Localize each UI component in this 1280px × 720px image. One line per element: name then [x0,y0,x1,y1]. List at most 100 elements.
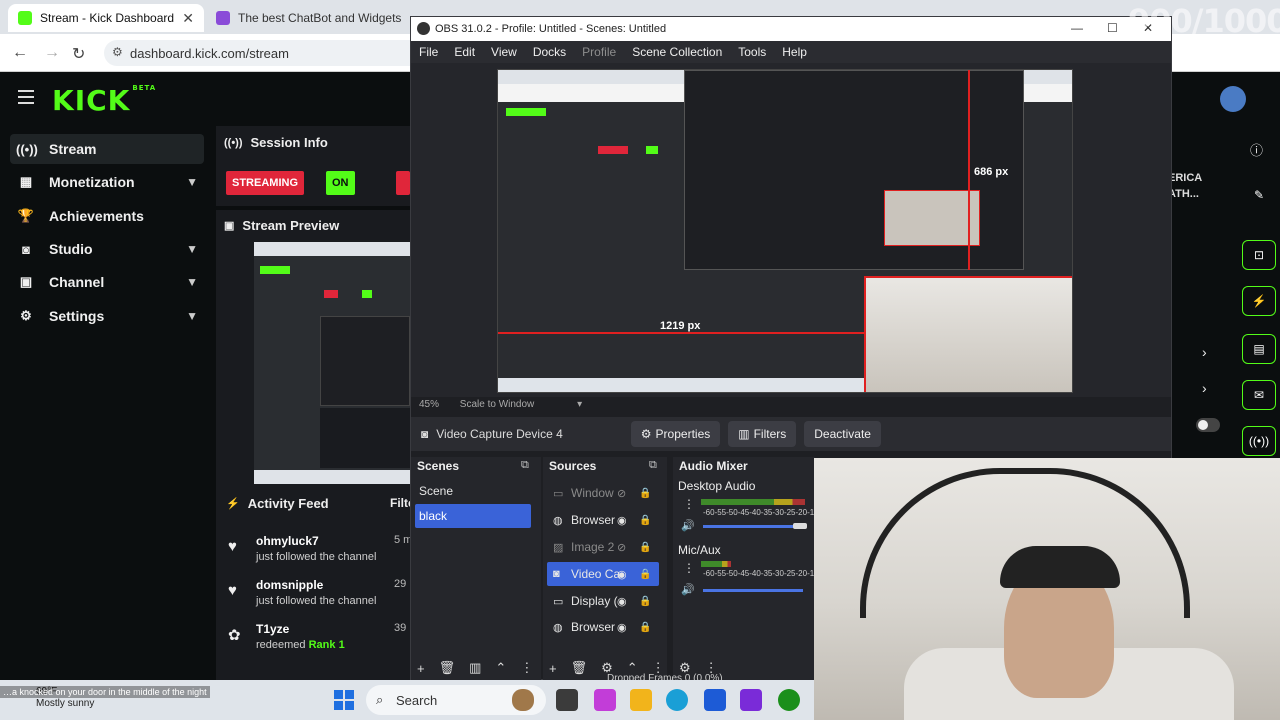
trash-icon[interactable]: 🗑 [439,660,456,676]
filter-icon[interactable]: ▥ [469,660,481,676]
more-icon[interactable]: ⋮ [683,561,695,575]
menu-tools[interactable]: Tools [738,45,766,59]
sidebar-item-achievements[interactable]: 🏆 Achievements [10,201,204,231]
scale-mode-select[interactable]: Scale to Window [460,399,534,410]
deactivate-button[interactable]: Deactivate [804,421,881,447]
more-icon[interactable]: ⋮ [683,497,695,511]
feed-user[interactable]: T1yze [256,622,289,636]
more-icon[interactable]: ⋮ [520,660,533,676]
menu-scene-collection[interactable]: Scene Collection [632,45,722,59]
kick-logo[interactable]: KICK BETA [52,84,156,117]
source-item[interactable]: ◍ Browser ◉ 🔒 [547,615,659,639]
chevron-down-icon[interactable]: ▾ [577,399,582,410]
tab-kick-dashboard[interactable]: Stream - Kick Dashboard ✕ [8,4,204,32]
obs-preview-canvas[interactable]: 686 px 1219 px [411,63,1171,397]
menu-docks[interactable]: Docks [533,45,566,59]
feed-user[interactable]: domsnipple [256,578,323,592]
scene-item[interactable]: black [415,504,531,528]
lock-icon[interactable]: 🔒 [639,569,651,580]
menu-icon[interactable] [18,90,34,108]
eye-icon[interactable]: ◉ [617,568,627,581]
stream-preview-video[interactable] [254,242,410,484]
source-item[interactable]: ◍ Browser ◉ 🔒 [547,508,659,532]
eye-hidden-icon[interactable]: ⊘ [617,487,626,500]
menu-profile[interactable]: Profile [582,45,616,59]
forward-arrow-icon[interactable]: → [44,44,60,62]
menu-view[interactable]: View [491,45,517,59]
eye-icon[interactable]: ◉ [617,621,627,634]
copilot-icon[interactable] [594,689,616,711]
sidebar-item-monetization[interactable]: ▦ Monetization ▼ [10,167,204,197]
volume-icon[interactable]: 🔊 [681,583,695,596]
activity-feed-title: ⚡ Activity Feed [226,496,329,511]
feed-user[interactable]: ohmyluck7 [256,534,319,548]
tab-chatbot[interactable]: The best ChatBot and Widgets ✕ [206,4,402,32]
eye-icon[interactable]: ◉ [617,514,627,527]
chevron-down-icon: ▼ [186,275,198,289]
maximize-icon[interactable]: ☐ [1107,21,1118,35]
store-icon[interactable] [704,689,726,711]
menu-help[interactable]: Help [782,45,807,59]
notes-icon[interactable]: ▤ [1242,334,1276,364]
lock-icon[interactable]: 🔒 [639,542,651,553]
lock-icon[interactable]: 🔒 [639,488,651,499]
info-icon[interactable]: ⓘ [1250,140,1263,159]
lightning-icon[interactable]: ⚡ [1242,286,1276,316]
menu-edit[interactable]: Edit [454,45,475,59]
widget-animal-icon[interactable] [512,689,534,711]
file-explorer-icon[interactable] [630,689,652,711]
source-item[interactable]: ▨ Image 2 ⊘ 🔒 [547,535,659,559]
sidebar-item-stream[interactable]: ((•)) Stream [10,134,204,164]
lock-icon[interactable]: 🔒 [639,622,651,633]
lock-icon[interactable]: 🔒 [639,596,651,607]
webcam-source-selection[interactable] [864,276,1072,392]
add-icon[interactable]: + [417,661,425,676]
app-icon[interactable] [740,689,762,711]
source-item[interactable]: ◙ Video Ca ◉ 🔒 [547,562,659,586]
edge-icon[interactable] [666,689,688,711]
lock-icon[interactable]: 🔒 [639,515,651,526]
back-arrow-icon[interactable]: ← [12,44,28,62]
reload-icon[interactable]: ↻ [72,44,85,64]
sidebar-item-settings[interactable]: ⚙ Settings ▼ [10,301,204,331]
close-tab-icon[interactable]: ✕ [401,10,402,27]
taskview-icon[interactable] [556,689,578,711]
audio-mixer-dock: Audio Mixer Desktop Audio ⋮ -60-55-50-45… [673,457,815,681]
obs-program-screen[interactable]: 686 px 1219 px [497,69,1073,393]
site-info-icon[interactable]: ⚙ [112,45,123,59]
avatar[interactable] [1220,86,1246,112]
desktop-audio-slider[interactable] [703,523,807,529]
eye-hidden-icon[interactable]: ⊘ [617,541,626,554]
globe-icon: ◍ [553,621,563,634]
windows-start-icon[interactable] [334,690,354,710]
xbox-icon[interactable] [778,689,800,711]
filters-button[interactable]: ▥ Filters [728,421,797,447]
chevron-up-icon[interactable]: ⌃ [495,660,506,676]
source-item[interactable]: ▭ Window ⊘ 🔒 [547,481,659,505]
trash-icon[interactable]: 🗑 [571,660,588,676]
broadcast-icon[interactable]: ((•)) [1242,426,1276,456]
source-item[interactable]: ▭ Display (◉ 🔒 [547,589,659,613]
minimize-icon[interactable]: — [1071,21,1083,35]
sidebar-item-studio[interactable]: ◙ Studio ▼ [10,234,204,264]
chevron-right-icon[interactable]: › [1202,344,1207,360]
volume-icon[interactable]: 🔊 [681,519,695,532]
properties-button[interactable]: ⚙ Properties [630,421,721,447]
sidebar-item-channel[interactable]: ▣ Channel ▼ [10,267,204,297]
menu-file[interactable]: File [419,45,438,59]
eye-icon[interactable]: ◉ [617,595,627,608]
edit-icon[interactable]: ✎ [1242,180,1276,210]
undock-icon[interactable]: ⧉ [649,459,657,472]
monitor-icon: ▭ [553,595,564,608]
close-tab-icon[interactable]: ✕ [174,10,194,27]
scene-item[interactable]: Scene [415,479,531,503]
chat-icon[interactable]: ✉ [1242,380,1276,410]
add-icon[interactable]: + [549,661,557,676]
on-toggle-badge[interactable]: ON [326,171,355,195]
toggle-switch[interactable] [1196,418,1220,432]
mic-aux-slider[interactable] [703,589,803,592]
undock-icon[interactable]: ⧉ [521,459,529,472]
chevron-right-icon[interactable]: › [1202,380,1207,396]
redeem-icon: ✿ [228,627,241,644]
capture-icon[interactable]: ⊡ [1242,240,1276,270]
